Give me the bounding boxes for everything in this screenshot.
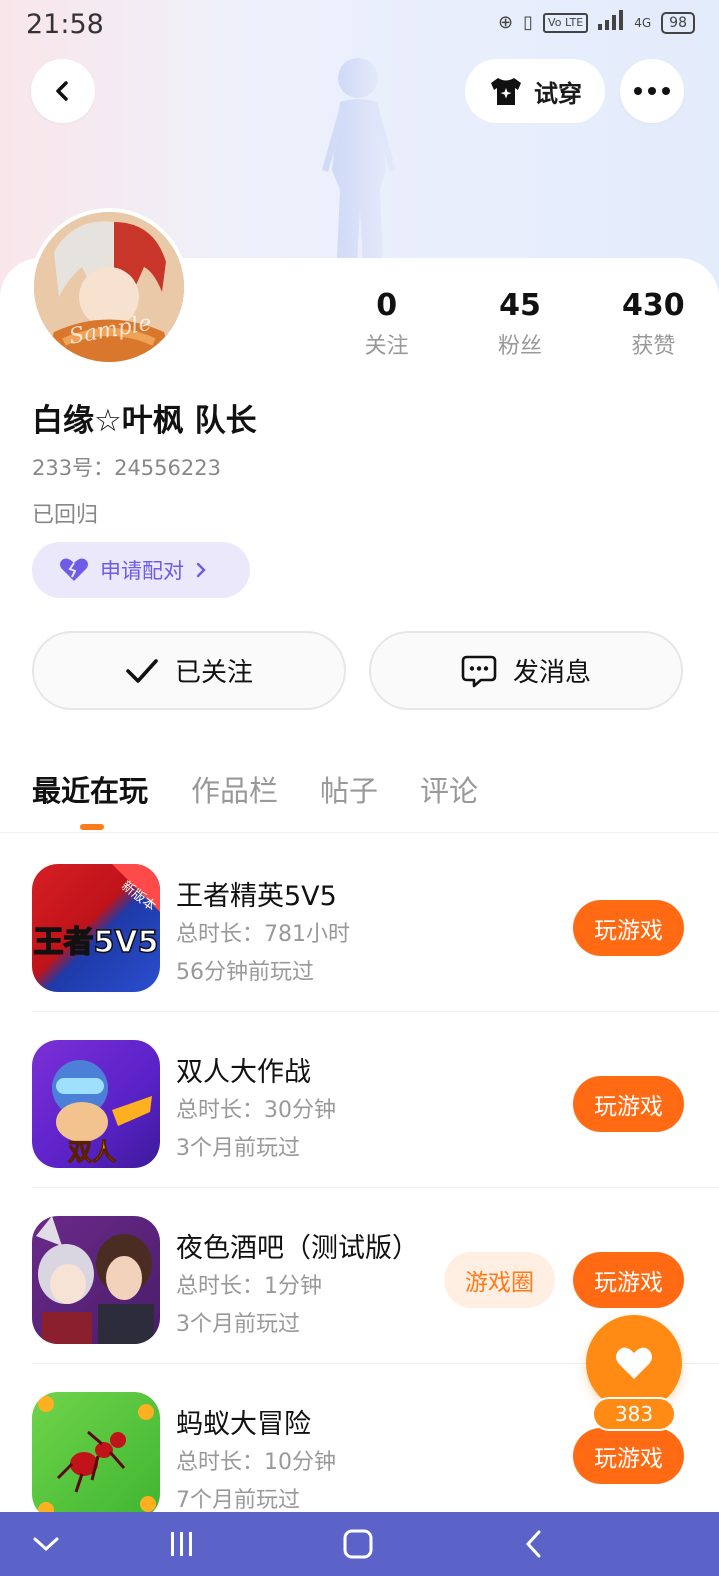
system-navigation-bar	[0, 1512, 719, 1576]
back-button[interactable]	[31, 59, 95, 123]
game-icon-wangzhe: 新版本 王者5V5	[32, 864, 160, 992]
back-arrow-icon	[525, 1530, 541, 1558]
chevron-right-icon	[196, 562, 206, 578]
stat-likes[interactable]: 430 获赞	[587, 288, 719, 360]
game-last-played: 56分钟前玩过	[176, 960, 314, 985]
game-icon-yese-bar	[32, 1216, 160, 1344]
pair-request-label: 申请配对	[100, 559, 184, 583]
avatar-illustration: Sample	[34, 212, 184, 362]
check-icon	[126, 658, 158, 683]
nav-back-button[interactable]	[514, 1524, 554, 1564]
profile-uid: 233号：24556223	[32, 456, 221, 480]
chat-bubble-icon	[461, 655, 497, 687]
profile-name: 白缘☆叶枫 队长	[32, 403, 257, 439]
stat-following-label: 关注	[364, 334, 409, 359]
play-game-button[interactable]: 玩游戏	[573, 900, 684, 956]
game-duration: 总时长：30分钟	[176, 1098, 336, 1123]
heart-icon	[616, 1347, 652, 1379]
stat-fans-value: 45	[499, 288, 541, 323]
play-game-button[interactable]: 玩游戏	[573, 1252, 684, 1308]
game-icon-text: 双人	[68, 1138, 116, 1166]
game-last-played: 3个月前玩过	[176, 1312, 300, 1337]
try-on-label: 试穿	[534, 79, 582, 108]
nav-recents-button[interactable]	[162, 1524, 202, 1564]
tab-posts[interactable]: 帖子	[320, 768, 378, 810]
status-bar: 21:58 ⊕ ▯ Vo LTE 4G 98	[0, 0, 719, 50]
data-saver-icon: ⊕	[498, 12, 514, 33]
game-title: 夜色酒吧（测试版）	[176, 1233, 419, 1264]
volte-icon: Vo LTE	[543, 12, 589, 33]
game-list-item[interactable]: 新版本 王者5V5 王者精英5V5 总时长：781小时 56分钟前玩过 玩游戏	[0, 836, 719, 1012]
send-message-button[interactable]: 发消息	[369, 631, 683, 710]
tab-comments[interactable]: 评论	[420, 768, 478, 810]
play-game-button[interactable]: 玩游戏	[573, 1076, 684, 1132]
chevron-left-icon	[56, 81, 68, 101]
game-duration: 总时长：1分钟	[176, 1274, 322, 1299]
profile-status: 已回归	[32, 503, 99, 528]
game-icon-ant-adventure	[32, 1392, 160, 1520]
game-list-item[interactable]: 双人 双人大作战 总时长：30分钟 3个月前玩过 玩游戏	[0, 1012, 719, 1188]
stat-fans[interactable]: 45 粉丝	[453, 288, 586, 360]
active-tab-indicator	[80, 824, 104, 830]
followed-label: 已关注	[174, 658, 253, 688]
avatar-3d-figure	[322, 58, 396, 280]
nav-home-button[interactable]	[338, 1524, 378, 1564]
recents-icon	[171, 1532, 192, 1556]
play-game-button[interactable]: 玩游戏	[573, 1428, 684, 1484]
tab-recent-played[interactable]: 最近在玩	[32, 768, 148, 810]
game-duration: 总时长：781小时	[176, 922, 350, 947]
game-title: 王者精英5V5	[176, 881, 337, 912]
game-last-played: 7个月前玩过	[176, 1488, 300, 1513]
vibrate-icon: ▯	[523, 12, 534, 33]
game-title: 蚂蚁大冒险	[176, 1409, 311, 1440]
send-message-label: 发消息	[512, 658, 591, 688]
stat-likes-value: 430	[622, 288, 685, 323]
game-title: 双人大作战	[176, 1057, 311, 1088]
more-dots-icon	[634, 87, 670, 95]
home-square-icon	[343, 1529, 373, 1559]
game-icon-shuangren: 双人	[32, 1040, 160, 1168]
game-icon-text: 王者5V5	[34, 925, 159, 960]
avatar[interactable]: Sample	[30, 208, 188, 366]
try-on-button[interactable]: 试穿	[465, 59, 605, 123]
tshirt-icon	[491, 78, 521, 105]
tab-works[interactable]: 作品栏	[191, 768, 278, 810]
battery-icon: 98	[661, 11, 695, 34]
status-icons: ⊕ ▯ Vo LTE 4G 98	[498, 10, 695, 35]
stat-likes-label: 获赞	[631, 334, 676, 359]
network-type: 4G	[634, 15, 652, 30]
followed-button[interactable]: 已关注	[32, 631, 346, 710]
game-last-played: 3个月前玩过	[176, 1136, 300, 1161]
chevron-down-icon	[33, 1537, 59, 1552]
heart-pair-icon	[60, 558, 88, 581]
pair-request-button[interactable]: 申请配对	[32, 542, 250, 598]
stat-following[interactable]: 0 关注	[320, 288, 453, 360]
game-duration: 总时长：10分钟	[176, 1450, 336, 1475]
status-time: 21:58	[26, 9, 104, 40]
nav-hide-keyboard-button[interactable]	[26, 1524, 66, 1564]
stat-fans-label: 粉丝	[497, 334, 542, 359]
game-circle-button[interactable]: 游戏圈	[444, 1252, 555, 1308]
profile-tabs: 最近在玩 作品栏 帖子 评论	[0, 760, 719, 833]
stat-following-value: 0	[376, 288, 398, 323]
like-count-badge: 383	[592, 1397, 676, 1431]
more-button[interactable]	[620, 59, 684, 123]
signal-icon	[598, 10, 624, 35]
profile-stats: 0 关注 45 粉丝 430 获赞	[320, 288, 719, 360]
